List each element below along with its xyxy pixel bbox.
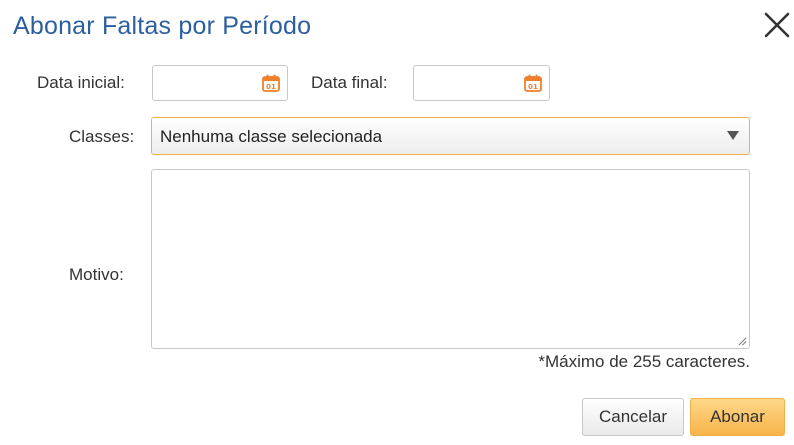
dialog-title: Abonar Faltas por Período: [13, 12, 312, 40]
close-icon: [764, 12, 790, 38]
start-date-field[interactable]: 01: [152, 65, 288, 101]
reason-textarea[interactable]: [151, 169, 750, 349]
end-date-label: Data final:: [311, 73, 388, 92]
chevron-down-icon: [727, 131, 739, 140]
reason-label: Motivo:: [69, 265, 124, 284]
start-date-input[interactable]: [153, 66, 269, 100]
calendar-icon[interactable]: 01: [523, 73, 543, 93]
close-button[interactable]: [760, 8, 794, 42]
cancel-button[interactable]: Cancelar: [582, 398, 684, 436]
start-date-label: Data inicial:: [37, 73, 125, 92]
svg-text:01: 01: [528, 83, 538, 91]
abonar-button[interactable]: Abonar: [690, 398, 785, 436]
calendar-icon[interactable]: 01: [261, 73, 281, 93]
svg-text:01: 01: [266, 83, 276, 91]
resize-handle-icon[interactable]: [737, 336, 747, 346]
reason-max-chars-hint: *Máximo de 255 caracteres.: [538, 352, 750, 371]
classes-label: Classes:: [69, 127, 135, 146]
end-date-field[interactable]: 01: [413, 65, 550, 101]
end-date-input[interactable]: [414, 66, 530, 100]
classes-select[interactable]: Nenhuma classe selecionada: [151, 117, 750, 155]
classes-selected-value: Nenhuma classe selecionada: [160, 127, 383, 146]
